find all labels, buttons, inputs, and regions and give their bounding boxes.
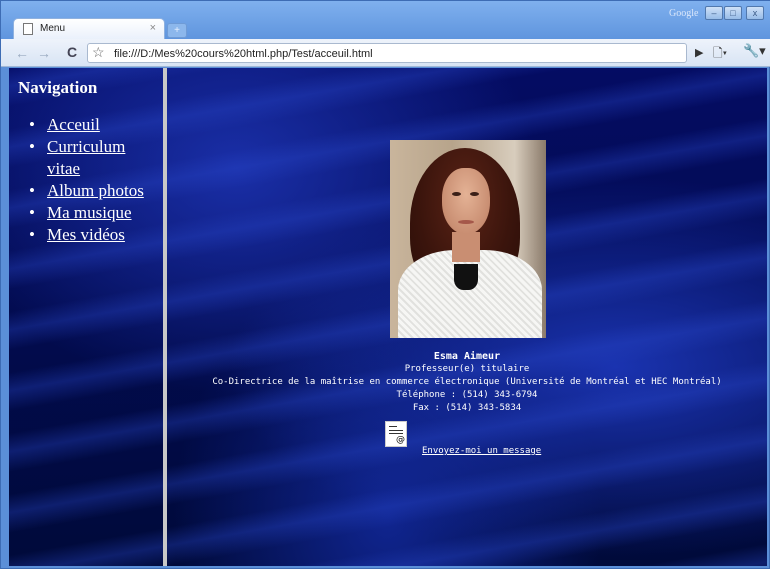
browser-tab[interactable]: Menu ×	[13, 18, 165, 40]
close-window-button[interactable]: x	[746, 6, 764, 20]
back-icon[interactable]: ←	[15, 45, 29, 61]
page-icon	[23, 23, 33, 35]
tab-close-icon[interactable]: ×	[150, 22, 156, 34]
send-message-link[interactable]: Envoyez-moi un message	[422, 446, 541, 456]
navigation-sidebar: Navigation Acceuil Curriculum vitae Albu…	[9, 68, 163, 566]
nav-link-videos[interactable]: Mes vidéos	[47, 225, 125, 244]
wrench-menu-icon[interactable]: 🔧▾	[743, 43, 766, 59]
google-label: Google	[669, 8, 699, 19]
new-tab-button[interactable]: +	[167, 23, 187, 38]
page-menu-icon[interactable]: 🗋▾	[713, 44, 727, 65]
profile-phone: Téléphone : (514) 343-6794	[396, 390, 538, 400]
bookmark-star-icon[interactable]: ☆	[92, 44, 105, 61]
navigation-list: Acceuil Curriculum vitae Album photos Ma…	[29, 114, 157, 246]
nav-link-acceuil[interactable]: Acceuil	[47, 115, 100, 134]
nav-link-musique[interactable]: Ma musique	[47, 203, 132, 222]
nav-link-curriculum[interactable]: Curriculum vitae	[47, 137, 125, 178]
nav-item-acceuil: Acceuil	[29, 114, 157, 136]
address-url: file:///D:/Mes%20cours%20html.php/Test/a…	[114, 48, 373, 60]
browser-toolbar: ← → C ☆ file:///D:/Mes%20cours%20html.ph…	[1, 39, 770, 67]
profile-title: Professeur(e) titulaire	[404, 364, 530, 374]
forward-icon[interactable]: →	[37, 45, 51, 61]
minimize-button[interactable]: –	[705, 6, 723, 20]
main-content: Esma Aimeur Professeur(e) titulaire Co-D…	[167, 68, 767, 566]
title-bar: Menu × + Google – □ x	[1, 1, 770, 40]
go-icon[interactable]: ▶	[695, 46, 703, 59]
maximize-button[interactable]: □	[724, 6, 742, 20]
nav-link-album[interactable]: Album photos	[47, 181, 144, 200]
address-bar[interactable]: ☆ file:///D:/Mes%20cours%20html.php/Test…	[87, 43, 687, 63]
page-viewport: Navigation Acceuil Curriculum vitae Albu…	[9, 68, 767, 566]
nav-item-musique: Ma musique	[29, 202, 157, 224]
profile-fax: Fax : (514) 343-5834	[412, 403, 522, 413]
mail-icon[interactable]: @	[385, 421, 407, 447]
browser-window: Menu × + Google – □ x ← → C ☆ file:///D:…	[0, 0, 770, 569]
profile-photo	[390, 140, 546, 338]
tab-title: Menu	[40, 23, 66, 34]
profile-role: Co-Directrice de la maîtrise en commerce…	[212, 377, 722, 387]
navigation-title: Navigation	[18, 78, 98, 97]
nav-item-videos: Mes vidéos	[29, 224, 157, 246]
contact-info: Esma Aimeur Professeur(e) titulaire Co-D…	[167, 350, 767, 415]
profile-name: Esma Aimeur	[433, 351, 501, 362]
reload-icon[interactable]: C	[67, 44, 77, 60]
nav-item-curriculum: Curriculum vitae	[29, 136, 157, 180]
nav-item-album: Album photos	[29, 180, 157, 202]
